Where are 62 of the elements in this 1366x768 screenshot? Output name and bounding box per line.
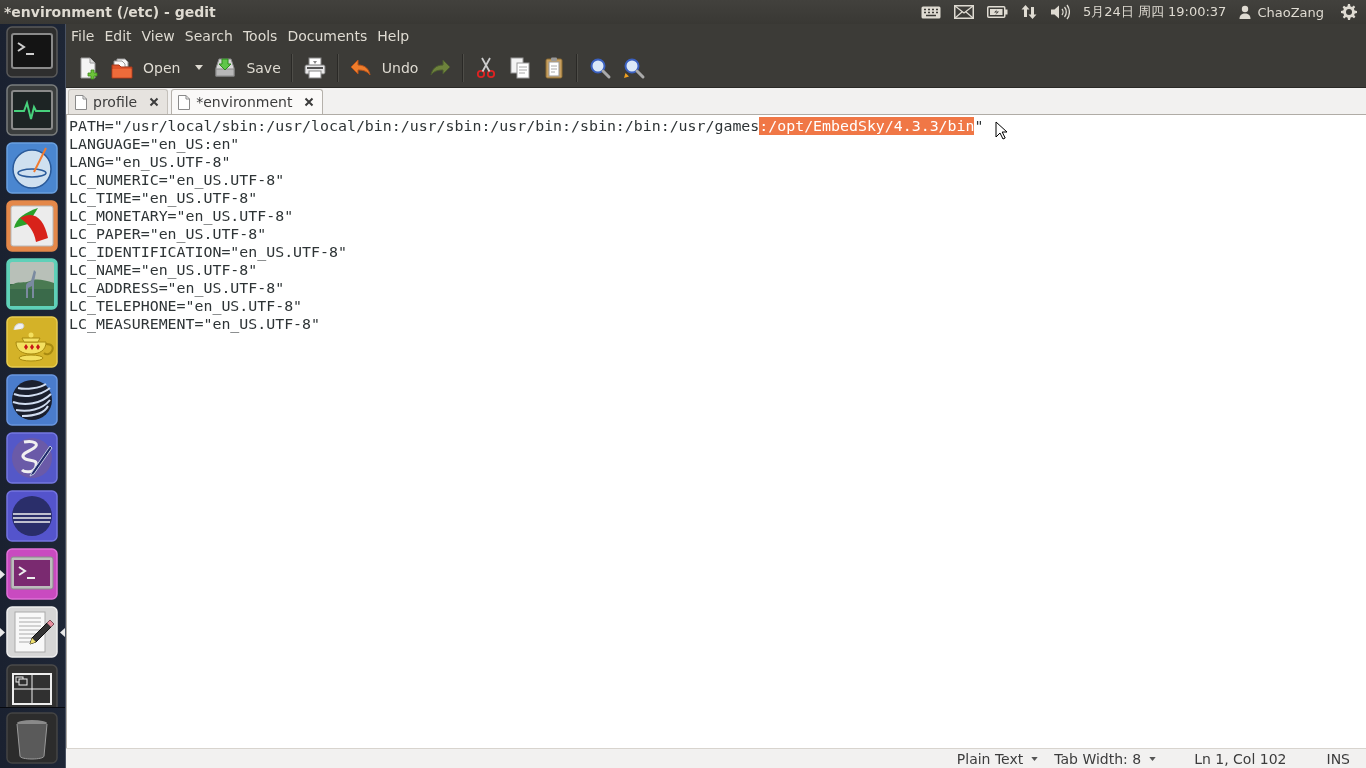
tab[interactable]: profile xyxy=(68,89,169,114)
menu-item[interactable]: Search xyxy=(179,26,238,46)
clock-text[interactable]: 5月24日 周四 19:00:37 xyxy=(1082,3,1227,21)
caret-icon xyxy=(195,65,204,70)
tab-width-dropdown[interactable]: Tab Width: 8 xyxy=(1046,750,1165,767)
copy-icon xyxy=(508,55,533,80)
caret-icon xyxy=(1149,756,1157,761)
lamp-icon[interactable] xyxy=(6,316,58,368)
cursor-position: Ln 1, Col 102 xyxy=(1194,750,1287,767)
code-line: LC_TIME="en_US.UTF-8" xyxy=(69,189,258,207)
document-icon xyxy=(178,94,191,110)
mouse-pointer-icon xyxy=(995,121,1007,140)
document-icon xyxy=(75,94,87,110)
gear-icon[interactable] xyxy=(1341,4,1357,20)
menu-item[interactable]: Edit xyxy=(99,26,137,46)
code-line: LC_ADDRESS="en_US.UTF-8" xyxy=(69,279,285,297)
folder-icon xyxy=(110,55,134,80)
code-line: LC_TELEPHONE="en_US.UTF-8" xyxy=(69,297,303,315)
close-icon[interactable] xyxy=(304,97,315,107)
menu-item[interactable]: File xyxy=(66,26,100,46)
menu-item[interactable]: Tools xyxy=(237,26,283,46)
user-name[interactable]: ChaoZang xyxy=(1257,4,1324,20)
selected-text: :/opt/EmbedSky/4.3.3/bin xyxy=(759,117,975,135)
keyboard-icon[interactable] xyxy=(920,5,941,19)
trash-icon[interactable] xyxy=(6,712,58,764)
code-line: LC_MEASUREMENT="en_US.UTF-8" xyxy=(69,315,321,333)
fan-chart-icon[interactable] xyxy=(6,200,58,252)
code-line: LC_MONETARY="en_US.UTF-8" xyxy=(69,207,294,225)
window-title: *environment (/etc) - gedit xyxy=(4,4,216,20)
envelope-icon[interactable] xyxy=(953,5,974,19)
code-line: " xyxy=(974,117,984,135)
code-line: LC_NAME="en_US.UTF-8" xyxy=(69,261,258,279)
document-pencil-icon[interactable] xyxy=(6,606,58,658)
close-icon[interactable] xyxy=(149,97,160,107)
caret-icon xyxy=(1031,756,1039,761)
save-button[interactable]: Save xyxy=(208,51,286,84)
code-line: LC_IDENTIFICATION="en_US.UTF-8" xyxy=(69,243,347,261)
battery-icon[interactable] xyxy=(986,6,1008,18)
terminal-icon[interactable] xyxy=(6,548,58,600)
pulse-monitor-icon[interactable] xyxy=(6,84,58,136)
insert-mode: INS xyxy=(1326,750,1350,767)
user-icon[interactable] xyxy=(1239,5,1252,19)
terminal-icon[interactable] xyxy=(6,26,58,78)
tab[interactable]: *environment xyxy=(171,89,324,114)
save-icon xyxy=(213,55,238,80)
undo-button[interactable]: Undo xyxy=(343,51,424,84)
code-line: LC_PAPER="en_US.UTF-8" xyxy=(69,225,267,243)
swirl-pen-icon[interactable] xyxy=(6,432,58,484)
code-line: LANGUAGE="en_US:en" xyxy=(69,135,240,153)
menu-item[interactable]: Help xyxy=(372,26,415,46)
menu-item[interactable]: View xyxy=(136,26,180,46)
landscape-photo-icon[interactable] xyxy=(6,258,58,310)
menu-item[interactable]: Documents xyxy=(282,26,373,46)
speaker-icon[interactable] xyxy=(1049,4,1070,20)
workspace-grid-icon[interactable] xyxy=(6,664,58,707)
code-line: LC_NUMERIC="en_US.UTF-8" xyxy=(69,171,285,189)
code-line: LANG="en_US.UTF-8" xyxy=(69,153,231,171)
up-down-arrows-icon[interactable] xyxy=(1020,4,1037,20)
language-dropdown[interactable]: Plain Text xyxy=(948,750,1047,767)
printer-icon xyxy=(302,55,327,80)
open-button[interactable]: Open xyxy=(105,51,209,84)
code-line: PATH="/usr/local/sbin:/usr/local/bin:/usr/sbin:/usr/bin:/sbin:/bin:/usr/games xyxy=(69,117,760,135)
